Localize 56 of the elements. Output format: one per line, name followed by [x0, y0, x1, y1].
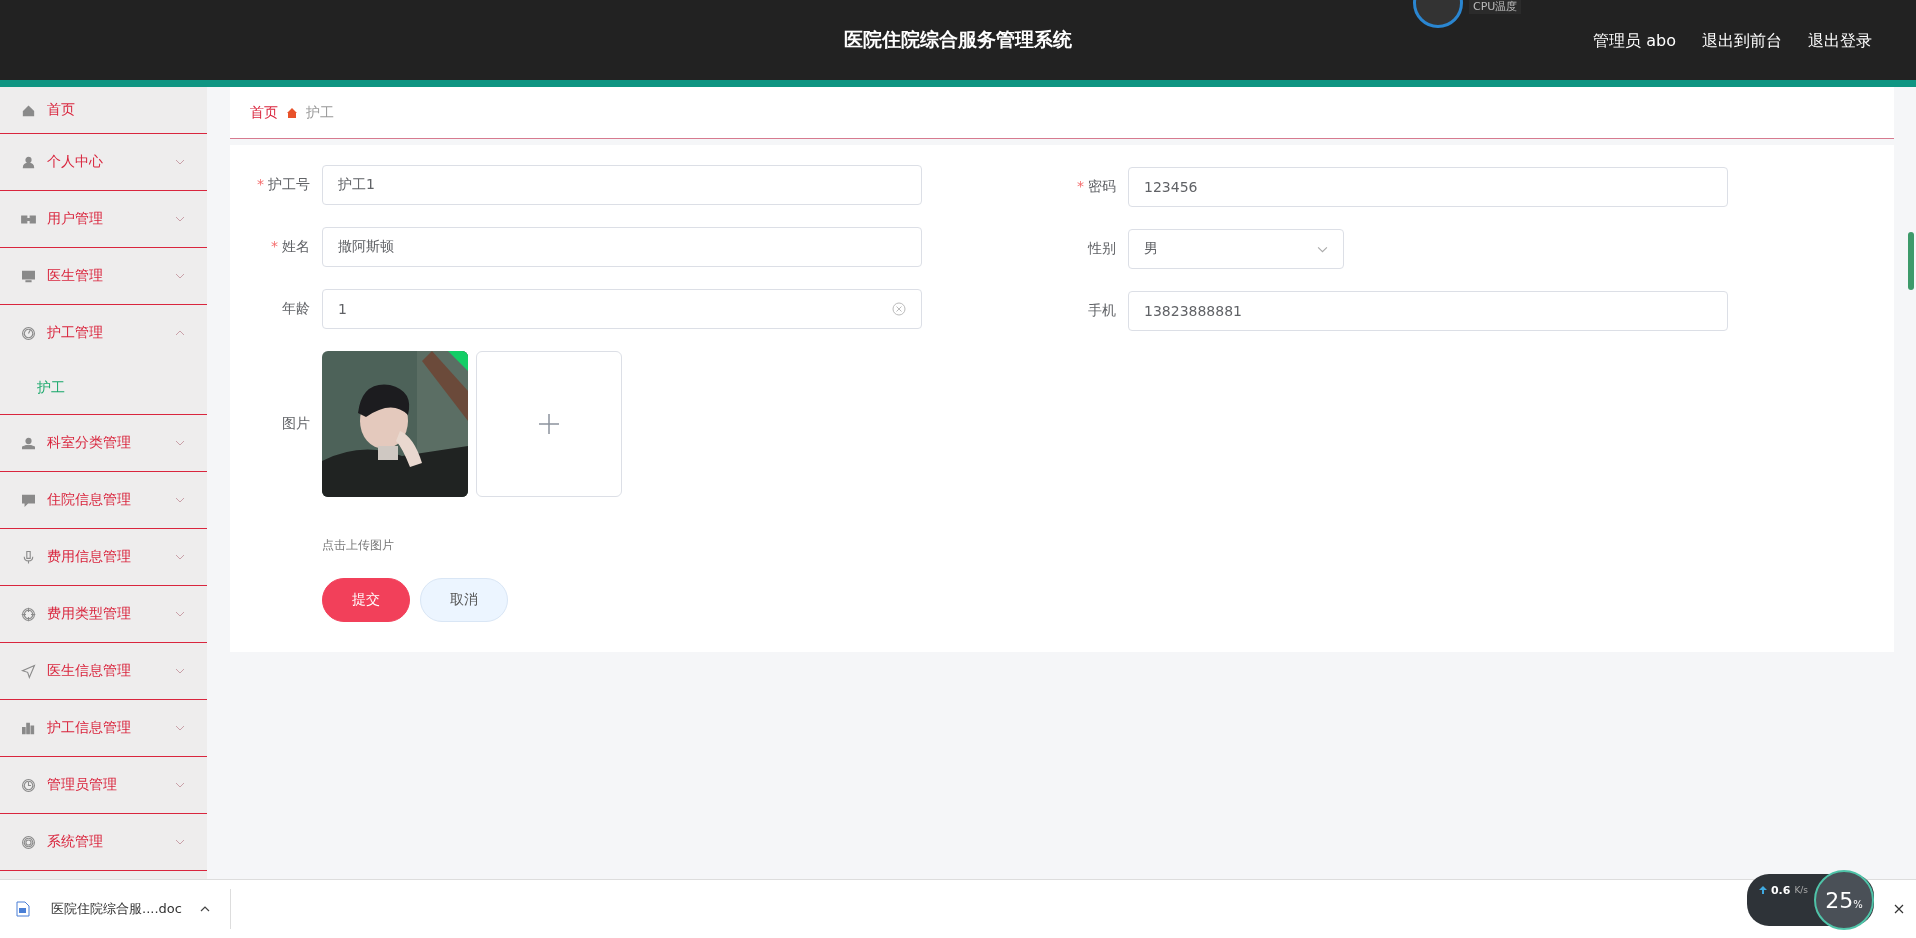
cpu-label: CPU温度 — [1469, 0, 1522, 14]
input-field[interactable]: 13823888881 — [1128, 291, 1728, 331]
cancel-button[interactable]: 取消 — [420, 578, 508, 622]
field-label: 图片 — [281, 415, 311, 433]
upload-speed: 0.6 — [1770, 883, 1791, 897]
sidebar-item[interactable]: 系统管理 — [0, 814, 207, 870]
plus-icon — [537, 412, 561, 436]
sidebar-item[interactable]: 科室分类管理 — [0, 415, 207, 471]
select-field[interactable]: 男 — [1128, 229, 1344, 269]
input-field[interactable]: 1 — [322, 289, 922, 329]
chevron-up-icon[interactable] — [199, 906, 210, 912]
sidebar-item[interactable]: 医生信息管理 — [0, 643, 207, 699]
send-icon — [20, 662, 37, 680]
chevron-down-icon — [1317, 245, 1328, 253]
field-label: 性别 — [1086, 240, 1117, 258]
field-label: 年龄 — [281, 300, 311, 318]
sidebar-item[interactable]: 费用类型管理 — [0, 586, 207, 642]
scrollbar-thumb[interactable] — [1908, 232, 1914, 290]
upload-box[interactable] — [476, 351, 622, 497]
sidebar-subitem[interactable]: 护工 — [0, 361, 207, 414]
header-link[interactable]: 退出登录 — [1808, 30, 1872, 52]
close-icon[interactable] — [1894, 904, 1904, 914]
sidebar-item[interactable]: 护工管理 — [0, 305, 207, 361]
breadcrumb-link[interactable]: 护工 — [306, 103, 334, 122]
lifebuoy-icon — [20, 833, 37, 851]
speed-unit: K/s — [1794, 885, 1808, 895]
home-icon — [286, 106, 298, 119]
input-field[interactable]: 123456 — [1128, 167, 1728, 207]
input-field[interactable]: 护工1 — [322, 165, 922, 205]
download-filename[interactable]: 医院住院综合服....doc — [51, 900, 182, 918]
sidebar-item[interactable]: 首页 — [0, 87, 207, 133]
clock-icon — [20, 776, 37, 794]
gauge-icon — [20, 324, 37, 342]
header-link[interactable]: 退出到前台 — [1702, 30, 1782, 52]
upload-hint: 点击上传图片 — [322, 537, 394, 554]
sidebar-item[interactable]: 费用信息管理 — [0, 529, 207, 585]
document-icon — [16, 901, 30, 917]
field-label: * 护工号 — [256, 176, 311, 194]
breadcrumb-link[interactable]: 首页 — [250, 103, 278, 122]
sidebar-item[interactable]: 管理员管理 — [0, 757, 207, 813]
app-title: 医院住院综合服务管理系统 — [844, 27, 1072, 52]
submit-button[interactable]: 提交 — [322, 578, 410, 622]
field-label: * 密码 — [1076, 178, 1117, 196]
upload-arrow-icon — [1758, 886, 1767, 894]
sidebar-item[interactable]: 护工信息管理 — [0, 700, 207, 756]
cpu-usage-gauge: 25% — [1814, 870, 1874, 930]
sidebar-item[interactable]: 医生管理 — [0, 248, 207, 304]
field-label: 手机 — [1087, 302, 1117, 320]
field-label: * 姓名 — [270, 238, 311, 256]
sidebar-item[interactable]: 个人中心 — [0, 134, 207, 190]
input-field[interactable]: 撒阿斯顿 — [322, 227, 922, 267]
user-name: 管理员 abo — [1593, 30, 1676, 52]
crosshair-icon — [20, 605, 37, 623]
sidebar-item[interactable]: 用户管理 — [0, 191, 207, 247]
clear-icon[interactable] — [892, 302, 906, 316]
sidebar-item[interactable]: 住院信息管理 — [0, 472, 207, 528]
